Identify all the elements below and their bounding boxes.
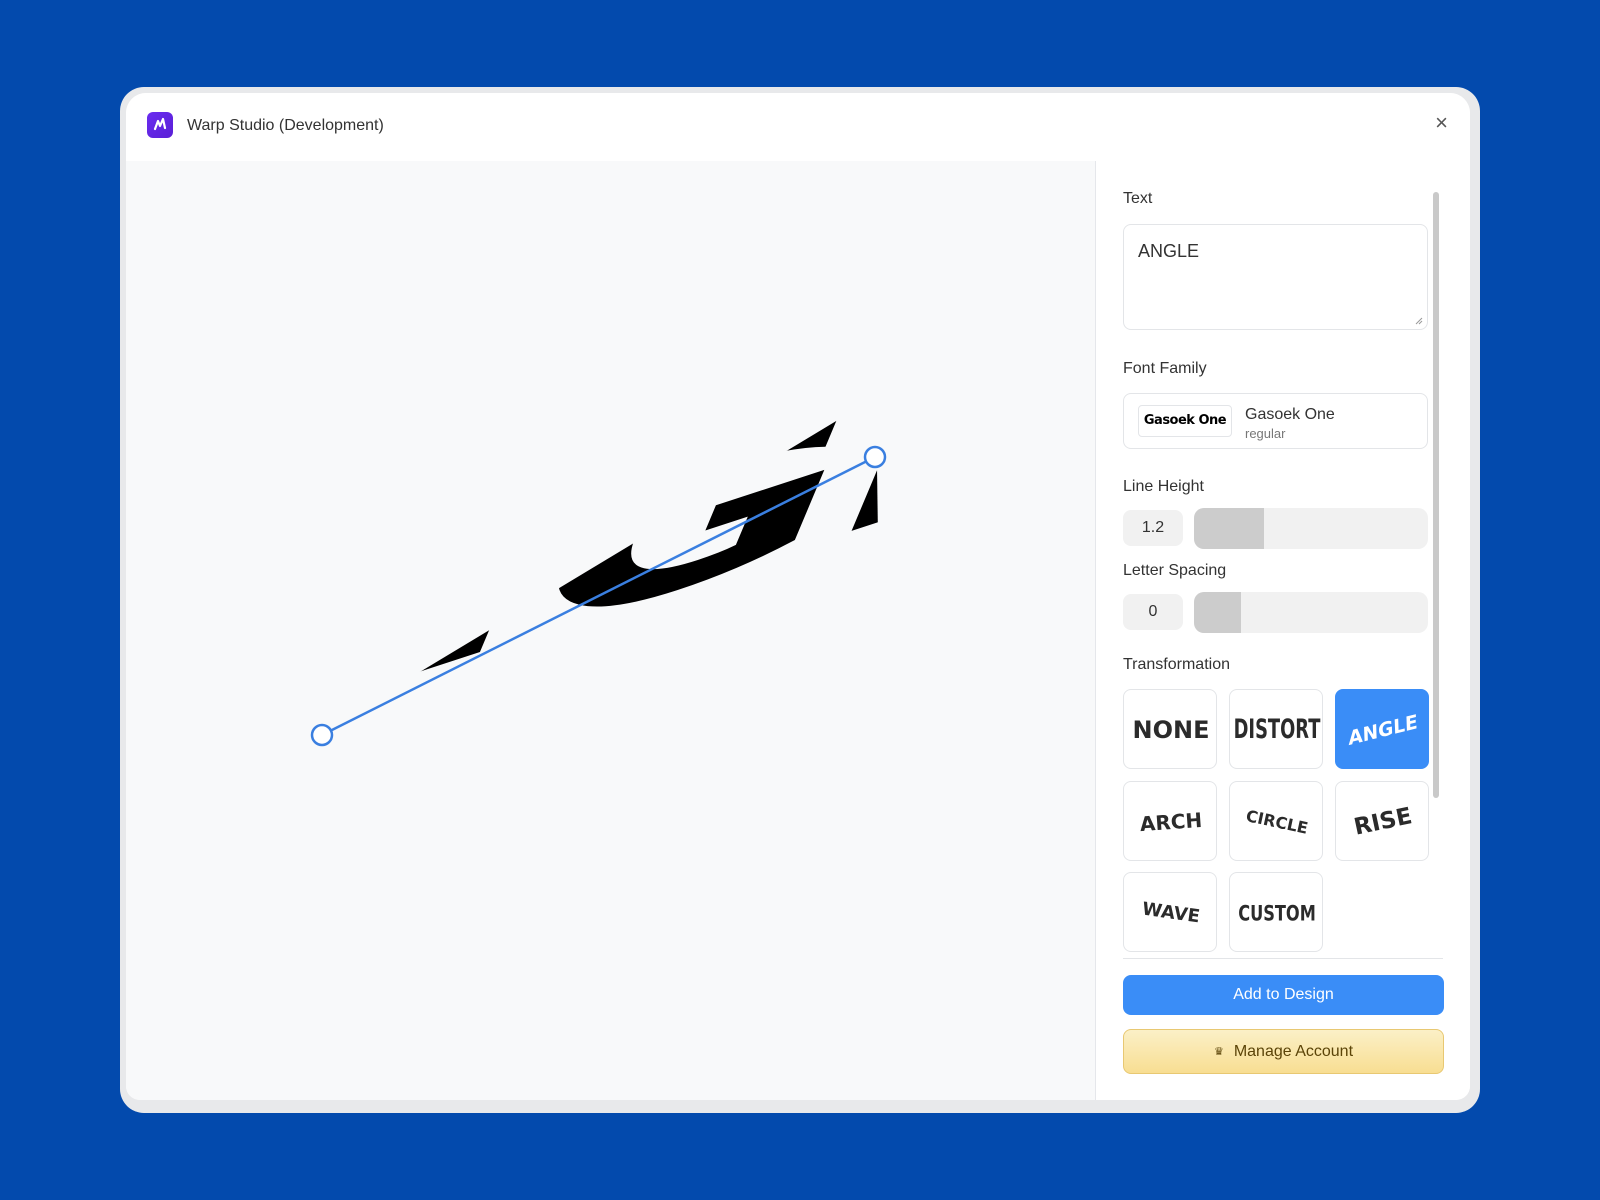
preview-canvas: ANGLE — [126, 161, 1095, 1100]
transformation-wave[interactable]: WAVE — [1123, 872, 1217, 952]
transformation-distort[interactable]: DISTORT — [1229, 689, 1323, 769]
transformation-custom[interactable]: CUSTOM — [1229, 872, 1323, 952]
font-name: Gasoek One — [1245, 406, 1335, 423]
letter-spacing-value[interactable]: 0 — [1123, 594, 1183, 630]
transformation-label-custom: CUSTOM — [1238, 900, 1316, 926]
text-input[interactable]: ANGLE — [1123, 224, 1428, 330]
line-height-label: Line Height — [1123, 478, 1204, 495]
resize-grip-icon[interactable] — [1413, 315, 1423, 325]
line-height-slider[interactable] — [1194, 508, 1428, 549]
transformation-angle-preview: ANGLE — [1348, 710, 1418, 750]
transformation-none[interactable]: NONE — [1123, 689, 1217, 769]
transformation-wave-preview: WAVE — [1141, 899, 1201, 928]
window-title: Warp Studio (Development) — [187, 117, 384, 134]
letter-spacing-slider-fill — [1194, 592, 1241, 633]
divider — [1123, 958, 1443, 959]
angle-handle-start[interactable] — [310, 723, 334, 747]
transformation-label-distort: DISTORT — [1234, 715, 1321, 745]
font-style: regular — [1245, 426, 1286, 441]
app-logo-icon — [147, 112, 173, 138]
text-label: Text — [1123, 190, 1153, 207]
transformation-arch[interactable]: ARCH — [1123, 781, 1217, 861]
transformation-label-rise: RISE — [1352, 803, 1415, 841]
letter-spacing-label: Letter Spacing — [1123, 562, 1227, 579]
font-family-label: Font Family — [1123, 360, 1207, 377]
font-preview: Gasoek One — [1138, 405, 1232, 437]
manage-account-label: Manage Account — [1233, 1043, 1354, 1060]
angle-handle-end[interactable] — [863, 445, 887, 469]
transformation-label-angle: ANGLE — [1348, 710, 1418, 750]
transformation-arch-preview: ARCH — [1139, 808, 1203, 836]
warped-text: ANGLE — [126, 198, 1095, 883]
transformation-distort-preview: DISTORT — [1234, 715, 1321, 745]
transformation-none-preview: NONE — [1133, 716, 1210, 744]
title-bar: Warp Studio (Development) × — [126, 93, 1470, 161]
letter-spacing-slider[interactable] — [1194, 592, 1428, 633]
text-input-value: ANGLE — [1138, 241, 1200, 261]
transformation-label-circle: CIRCLE — [1244, 806, 1309, 838]
transformation-angle[interactable]: ANGLE — [1335, 689, 1429, 769]
sidebar-scrollbar[interactable] — [1433, 192, 1439, 798]
transformation-rise-preview: RISE — [1352, 803, 1415, 841]
transformation-circle-preview: CIRCLE — [1244, 806, 1309, 838]
manage-account-button[interactable]: ♛ Manage Account — [1123, 1029, 1444, 1074]
angle-guide-line — [321, 455, 876, 737]
transformation-circle[interactable]: CIRCLE — [1229, 781, 1323, 861]
line-height-slider-fill — [1194, 508, 1265, 549]
transformation-rise[interactable]: RISE — [1335, 781, 1429, 861]
line-height-value[interactable]: 1.2 — [1123, 510, 1183, 546]
font-family-picker[interactable]: Gasoek One Gasoek One regular — [1123, 393, 1428, 449]
crown-icon: ♛ — [1213, 1046, 1224, 1058]
close-icon[interactable]: × — [1435, 111, 1448, 135]
transformation-label-none: NONE — [1133, 716, 1210, 744]
warped-text-preview: ANGLE — [126, 198, 1095, 883]
transformation-custom-preview: CUSTOM — [1238, 900, 1316, 926]
transformation-label-arch: ARCH — [1139, 808, 1203, 836]
transformation-label: Transformation — [1123, 656, 1230, 673]
transformation-label-wave: WAVE — [1141, 899, 1201, 928]
add-to-design-button[interactable]: Add to Design — [1123, 975, 1444, 1015]
